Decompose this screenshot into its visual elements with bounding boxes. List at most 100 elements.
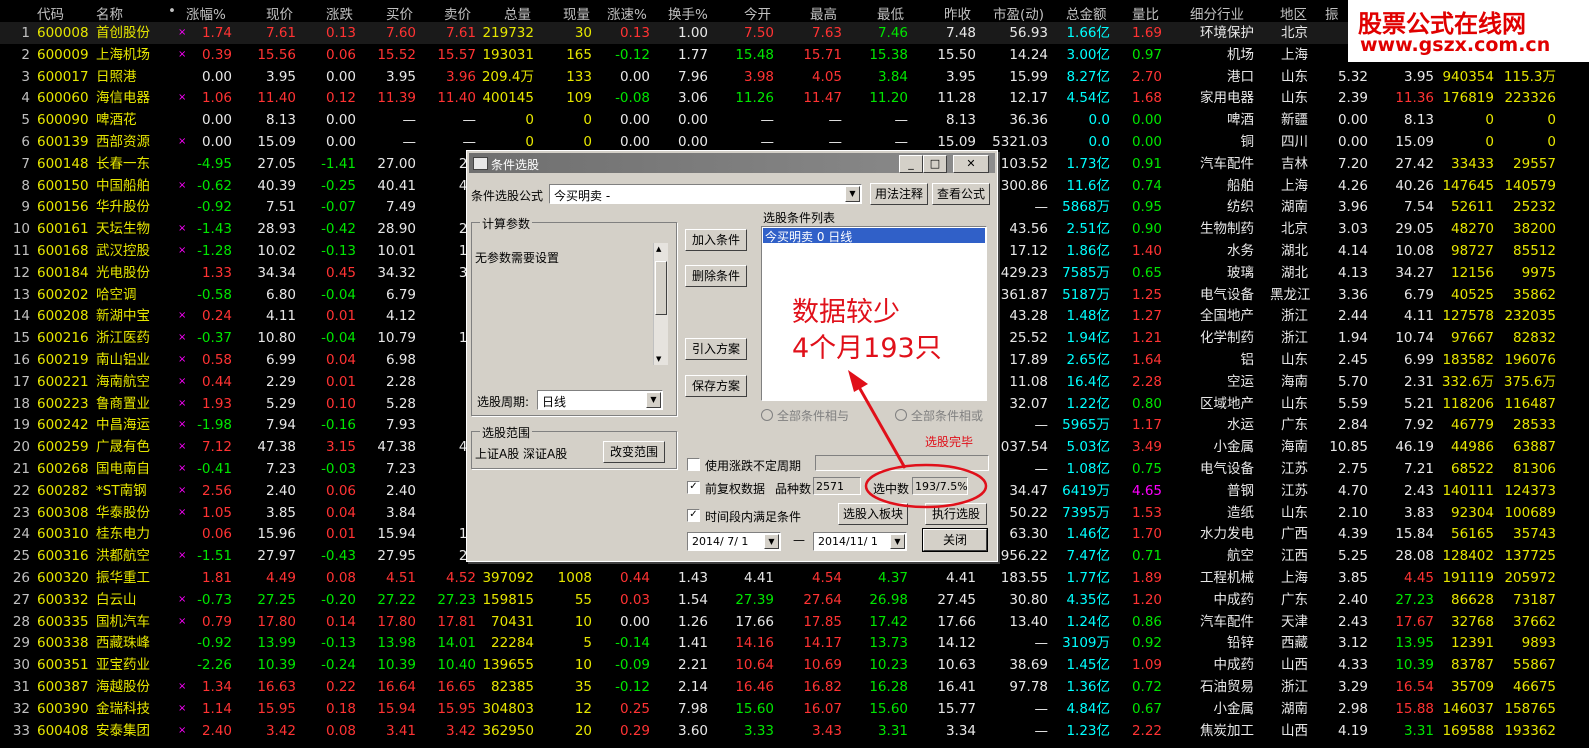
header-3[interactable]: 涨幅%	[186, 3, 226, 23]
header-5[interactable]: 涨跌	[326, 3, 353, 23]
chk-forward-adjusted[interactable]: ✓	[687, 481, 700, 494]
table-row[interactable]: 27 600332 白云山 × -0.73 27.25 -0.20 27.22 27.23 159…	[0, 589, 1589, 611]
run-selection-button[interactable]: 执行选股	[925, 503, 987, 525]
header-10[interactable]: 涨速%	[607, 3, 647, 23]
header-15[interactable]: 昨收	[944, 3, 971, 23]
cell-ind: 中成药	[1213, 591, 1255, 608]
cell-chg: 0.24	[201, 308, 232, 325]
header-16[interactable]: 市盈(动)	[993, 3, 1044, 23]
cell-code: 600310	[37, 526, 89, 543]
table-row[interactable]: 4 600060 海信电器 × 1.06 11.40 0.12 11.39 11.40 40014…	[0, 87, 1589, 109]
cell-p2: 124373	[1504, 482, 1556, 499]
header-8[interactable]: 总量	[504, 3, 531, 23]
table-row[interactable]: 26 600320 振华重工 1.81 4.49 0.08 4.51 4.52 397092 10…	[0, 567, 1589, 589]
chevron-down-icon[interactable]: ▼	[890, 534, 905, 549]
radio-or[interactable]	[895, 409, 907, 421]
header-20[interactable]: 地区	[1280, 3, 1307, 23]
delete-condition-button[interactable]: 删除条件	[685, 265, 747, 287]
header-12[interactable]: 今开	[744, 3, 771, 23]
header-17[interactable]: 总金额	[1066, 3, 1107, 23]
cell-vr: 1.27	[1131, 308, 1162, 325]
cell-open: 3.33	[743, 722, 774, 739]
cell-area: 上海	[1281, 177, 1308, 194]
table-row[interactable]: 28 600335 国机汽车 × 0.79 17.80 0.14 17.80 17.81 7043…	[0, 611, 1589, 633]
condition-list-item[interactable]: 今买明卖 0 日线	[763, 228, 985, 244]
header-9[interactable]: 现量	[563, 3, 590, 23]
change-range-button[interactable]: 改变范围	[603, 441, 665, 463]
cell-amt: 5.03亿	[1066, 439, 1110, 456]
cell-bid: 7.93	[385, 417, 416, 434]
cell-ind: 造纸	[1227, 504, 1254, 521]
header-18[interactable]: 量比	[1132, 3, 1159, 23]
date-to-picker[interactable]: 2014/11/ 1 ▼	[813, 532, 907, 551]
scroll-down-icon[interactable]: ▼	[656, 355, 661, 363]
add-condition-button[interactable]: 加入条件	[685, 229, 747, 251]
header-13[interactable]: 最高	[810, 3, 837, 23]
header-0[interactable]: 代码	[37, 3, 64, 23]
cell-code: 600156	[37, 199, 89, 216]
cell-cur: 109	[566, 90, 592, 107]
table-row[interactable]: 29 600338 西藏珠峰 -0.92 13.99 -0.13 13.98 14.01 222…	[0, 632, 1589, 654]
add-to-board-button[interactable]: 选股入板块	[838, 503, 908, 525]
cell-pe: 429.23	[1000, 264, 1048, 281]
cell-name: 海南航空	[96, 373, 150, 390]
save-scheme-button[interactable]: 保存方案	[685, 375, 747, 397]
table-row[interactable]: 30 600351 亚宝药业 -2.26 10.39 -0.24 10.39 10.40 139…	[0, 654, 1589, 676]
header-11[interactable]: 换手%	[668, 3, 708, 23]
close-window-button[interactable]: ✕	[953, 155, 989, 173]
cell-high: 16.07	[803, 700, 842, 717]
table-row[interactable]: 32 600390 金瑞科技 × 1.14 15.95 0.18 15.94 15.95 3048…	[0, 698, 1589, 720]
cell-cur: 0	[583, 112, 592, 129]
view-formula-button[interactable]: 查看公式	[932, 183, 990, 205]
chk-time-period[interactable]: ✓	[687, 509, 700, 522]
cell-amp: 3.03	[1337, 221, 1368, 238]
cell-diff: 0.14	[325, 613, 356, 630]
cell-ind: 铝	[1240, 352, 1255, 368]
cell-turn: 2.21	[677, 657, 708, 674]
table-row[interactable]: 33 600408 安泰集团 × 2.40 3.42 0.08 3.41 3.42 362950 2…	[0, 720, 1589, 742]
cell-open: 14.16	[735, 635, 774, 652]
scroll-thumb[interactable]	[655, 261, 667, 315]
period-select-value: 日线	[542, 395, 567, 409]
dialog-titlebar[interactable]: 条件选股 _ □ ✕	[469, 153, 995, 173]
radio-and[interactable]	[761, 409, 773, 421]
cell-amt: 7395万	[1062, 504, 1110, 521]
cell-p2: 193362	[1504, 722, 1556, 739]
period-select[interactable]: 日线 ▼	[537, 390, 663, 410]
cell-vr: 1.20	[1131, 591, 1162, 608]
header-7[interactable]: 卖价	[444, 3, 471, 23]
close-button[interactable]: 关闭	[922, 528, 988, 552]
cell-idx: 27	[12, 591, 30, 608]
table-row[interactable]: 31 600387 海越股份 × 1.34 16.63 0.22 16.64 16.65 8238…	[0, 676, 1589, 698]
maximize-button[interactable]: □	[923, 155, 947, 173]
import-scheme-button[interactable]: 引入方案	[685, 338, 747, 360]
scroll-up-icon[interactable]: ▲	[656, 245, 661, 253]
chk-variable-period[interactable]	[687, 458, 700, 471]
cell-p2: 196076	[1504, 352, 1556, 368]
chevron-down-icon[interactable]: ▼	[764, 534, 779, 549]
header-21[interactable]: 振	[1325, 3, 1339, 23]
cell-avg: 15.09	[1395, 134, 1434, 150]
formula-select[interactable]: 今买明卖 - ▼	[549, 184, 862, 204]
cell-diff: -0.03	[321, 461, 356, 477]
header-6[interactable]: 买价	[386, 3, 413, 23]
cell-cur: 10	[574, 613, 592, 630]
chevron-down-icon[interactable]: ▼	[845, 186, 860, 202]
cell-turn: 1.43	[677, 570, 708, 586]
header-1[interactable]: 名称	[96, 3, 123, 23]
cell-idx: 4	[21, 90, 30, 107]
chevron-down-icon[interactable]: ▼	[646, 392, 661, 408]
header-14[interactable]: 最低	[877, 3, 904, 23]
header-19[interactable]: 细分行业	[1190, 3, 1244, 23]
params-scrollbar[interactable]: ▲ ▼	[653, 243, 668, 365]
minimize-button[interactable]: _	[899, 155, 923, 173]
table-row[interactable]: 3 600017 日照港 0.00 3.95 0.00 3.95 3.96 209.4万 133 0…	[0, 66, 1589, 88]
cell-turn: 3.06	[677, 90, 708, 107]
table-row[interactable]: 5 600090 啤酒花 0.00 8.13 0.00— —0 0 0.00 0.00— — —8.1…	[0, 109, 1589, 131]
header-4[interactable]: 现价	[266, 3, 293, 23]
cell-area: 湖南	[1281, 700, 1308, 717]
cell-p1: 191119	[1442, 570, 1494, 586]
usage-notes-button[interactable]: 用法注释	[870, 183, 928, 205]
date-from-picker[interactable]: 2014/ 7/ 1 ▼	[687, 532, 781, 551]
header-2[interactable]: •	[168, 3, 176, 19]
